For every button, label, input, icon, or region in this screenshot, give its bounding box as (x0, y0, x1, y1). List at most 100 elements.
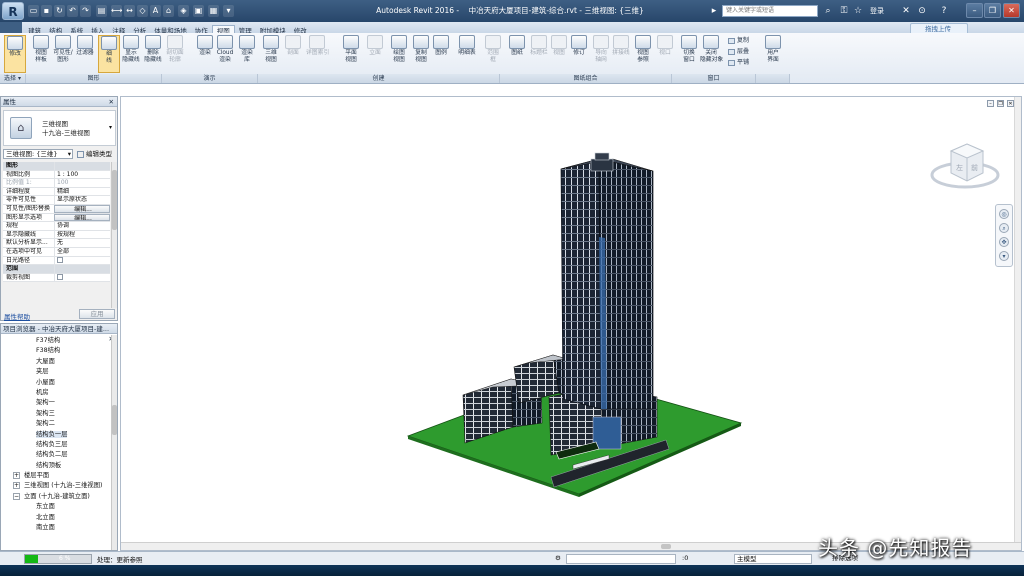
expand-toggle-icon[interactable]: + (13, 472, 20, 480)
ribbon-button-31[interactable]: 用户 界面 (762, 35, 784, 73)
ribbon-button-18[interactable]: 图例 (430, 35, 452, 73)
worksets-icon[interactable]: ⚙ (553, 554, 563, 564)
ribbon-button-27[interactable]: 视图 参照 (632, 35, 654, 73)
browser-view-item[interactable]: 夹层 (1, 367, 117, 377)
ribbon-button-24[interactable]: 修订 (568, 35, 590, 73)
browser-view-item[interactable]: 大屋面 (1, 357, 117, 367)
ribbon-button-15[interactable]: 立面 (364, 35, 386, 73)
ribbon-panel-label-0[interactable]: 选择 ▾ (0, 74, 26, 83)
browser-group-node[interactable]: + 楼层平面 (1, 471, 117, 481)
browser-view-item[interactable]: 结构负二层 (1, 450, 117, 460)
properties-scrollbar[interactable] (111, 162, 117, 308)
sign-in-link[interactable]: 登录 (870, 6, 884, 16)
properties-help-link[interactable]: 属性帮助 (4, 311, 30, 321)
ribbon-panel-label-6[interactable] (756, 74, 790, 83)
ribbon-panel-label-5[interactable]: 窗口 (672, 74, 756, 83)
expand-toggle-icon[interactable]: + (13, 482, 20, 490)
ribbon-button-9[interactable]: Cloud 渲染 (214, 35, 236, 73)
ribbon-button-23[interactable]: 视图 (548, 35, 570, 73)
workset-dropdown[interactable] (566, 554, 676, 564)
ribbon-button-26[interactable]: 拼接线 (610, 35, 632, 73)
property-value[interactable]: 按规程 (54, 230, 110, 239)
text-icon[interactable]: A (150, 5, 161, 17)
stay-connected-icon[interactable]: ⊙ (916, 5, 928, 17)
pan-icon[interactable]: ✥ (999, 237, 1009, 247)
browser-view-item[interactable]: 小屋面 (1, 378, 117, 388)
save-icon[interactable]: ▪ (41, 5, 52, 17)
browser-view-item[interactable]: F38结构 (1, 346, 117, 356)
ribbon-button-13[interactable]: 详图索引 (306, 35, 329, 73)
exchange-icon[interactable]: ✕ (900, 5, 912, 17)
3d-viewport[interactable]: – ❐ ✕ 左 前 ◎ ⌕ ✥ ▾ (120, 96, 1022, 551)
browser-view-item[interactable]: 结构负三层 (1, 440, 117, 450)
ribbon-button-28[interactable]: 视口 (654, 35, 676, 73)
window-small-button-1[interactable]: 层叠 (728, 47, 749, 56)
ribbon-button-16[interactable]: 绘图 视图 (388, 35, 410, 73)
browser-group-node[interactable]: + 三维视图 (十九治-三维视图) (1, 481, 117, 491)
maximize-button[interactable]: ❐ (984, 3, 1001, 18)
browser-view-item[interactable]: F37结构 (1, 336, 117, 346)
property-group-header[interactable]: 范围 (3, 265, 110, 274)
property-edit-button[interactable]: 编辑... (54, 213, 110, 222)
ribbon-panel-label-1[interactable]: 图形 (26, 74, 162, 83)
subscription-icon[interactable]: ⚿ (838, 5, 850, 17)
infocenter-expand-icon[interactable]: ▸ (708, 5, 720, 17)
ribbon-button-12[interactable]: 剖面 (282, 35, 304, 73)
star-icon[interactable]: ☆ (852, 5, 864, 17)
application-menu-button[interactable]: R (2, 2, 24, 20)
ribbon-button-2[interactable]: 可见性/ 图形 (52, 35, 74, 73)
apply-button[interactable]: 应用 (79, 309, 115, 319)
ribbon-button-20[interactable]: 范围 框 (482, 35, 504, 73)
steering-wheel-icon[interactable]: ◎ (999, 209, 1009, 219)
switch-windows-icon[interactable]: ▦ (208, 5, 219, 17)
browser-view-item[interactable]: 结构负一层 (1, 430, 117, 440)
property-value[interactable] (54, 273, 110, 282)
property-group-header[interactable]: 图形 (3, 162, 110, 171)
ribbon-button-1[interactable]: 视图 样板 (30, 35, 52, 73)
property-value[interactable] (54, 256, 110, 265)
ribbon-button-29[interactable]: 切换 窗口 (678, 35, 700, 73)
expand-toggle-icon[interactable]: − (13, 492, 20, 500)
ribbon-button-30[interactable]: 关闭 隐藏对象 (700, 35, 723, 73)
browser-view-item[interactable]: 架构三 (1, 409, 117, 419)
open-icon[interactable]: ▭ (28, 5, 39, 17)
section-icon[interactable]: ◈ (178, 5, 189, 17)
viewport-vertical-scrollbar[interactable] (1014, 97, 1021, 542)
ribbon-button-22[interactable]: 标题栏 (528, 35, 550, 73)
browser-scrollbar[interactable] (111, 335, 117, 550)
measure-icon[interactable]: ⟷ (111, 5, 122, 17)
view-instance-dropdown[interactable]: 三维视图: {三维} ▾ (3, 149, 73, 159)
property-value[interactable]: 显示原状态 (54, 196, 110, 204)
ribbon-button-4[interactable]: 细 线 (98, 35, 120, 73)
ribbon-panel-label-3[interactable]: 创建 (258, 74, 500, 83)
close-icon[interactable]: ✕ (109, 97, 114, 107)
zoom-icon[interactable]: ⌕ (999, 223, 1009, 233)
ribbon-button-25[interactable]: 导向 轴网 (590, 35, 612, 73)
viewcube[interactable]: 左 前 (929, 137, 1001, 193)
print-icon[interactable]: ▤ (96, 5, 107, 17)
minimize-button[interactable]: – (966, 3, 983, 18)
browser-elevation-item[interactable]: 北立面 (1, 513, 117, 523)
window-small-button-0[interactable]: 复制 (728, 36, 749, 45)
browser-view-item[interactable]: 结构顶板 (1, 461, 117, 471)
property-value[interactable]: 1 : 100 (54, 170, 110, 179)
browser-group-node[interactable]: − 立面 (十九治-建筑立面) (1, 492, 117, 502)
property-value[interactable]: 协调 (54, 222, 110, 230)
property-value[interactable]: 全部 (54, 247, 110, 256)
3d-view-icon[interactable]: ⌂ (163, 5, 174, 17)
sync-icon[interactable]: ↻ (54, 5, 65, 17)
browser-view-item[interactable]: 机房 (1, 388, 117, 398)
ribbon-button-10[interactable]: 渲染 库 (236, 35, 258, 73)
close-button[interactable]: ✕ (1003, 3, 1020, 18)
navbar-menu-icon[interactable]: ▾ (999, 251, 1009, 261)
ribbon-button-14[interactable]: 平面 视图 (340, 35, 362, 73)
ribbon-button-7[interactable]: 剖切面 轮廓 (164, 35, 186, 73)
ribbon-panel-label-2[interactable]: 演示 (162, 74, 258, 83)
chevron-down-icon[interactable]: ▾ (109, 124, 112, 131)
ribbon-button-8[interactable]: 渲染 (194, 35, 216, 73)
undo-icon[interactable]: ↶ (67, 5, 78, 17)
window-small-button-2[interactable]: 平铺 (728, 58, 749, 67)
property-value[interactable]: 精细 (54, 187, 110, 196)
edit-type-button[interactable]: 编辑类型 (77, 149, 112, 159)
ribbon-button-0[interactable]: 修改 (4, 35, 26, 73)
